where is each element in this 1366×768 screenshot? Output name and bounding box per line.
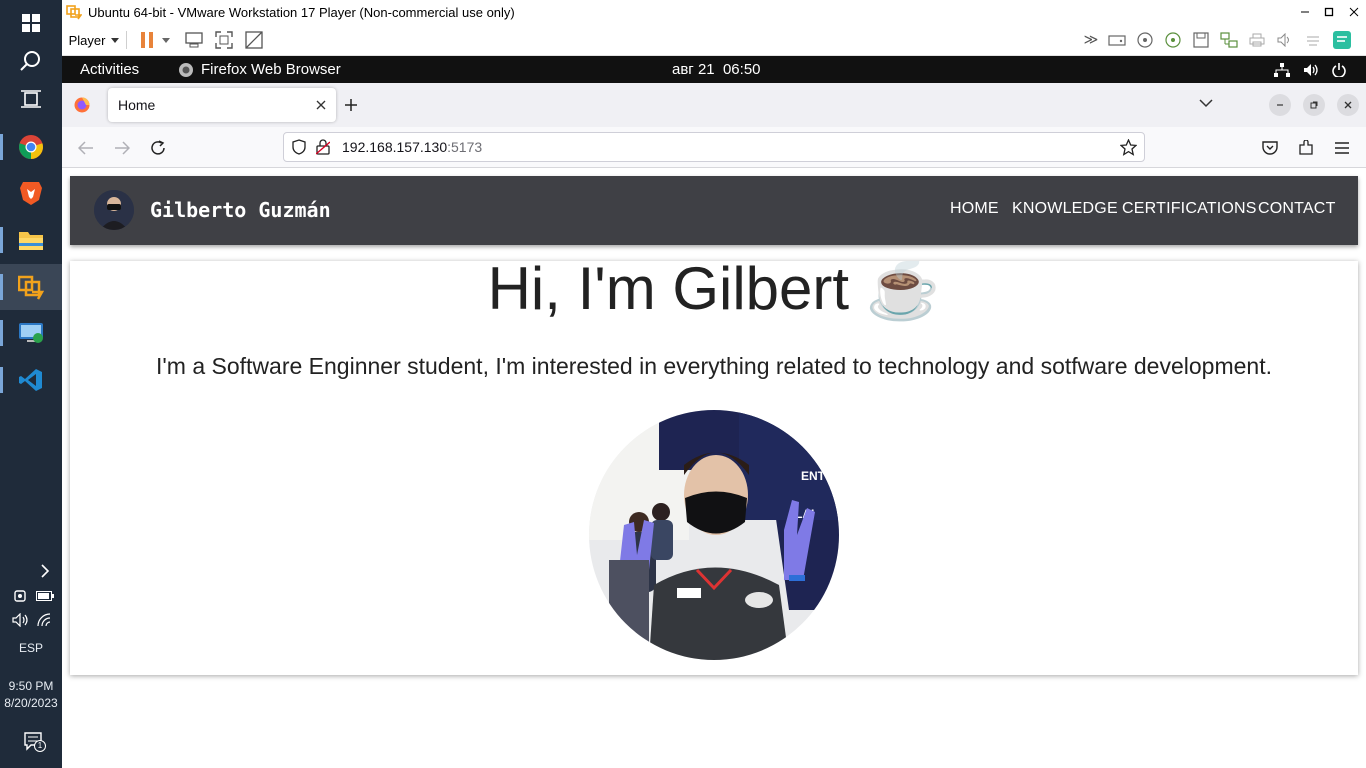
window-minimize-icon[interactable] xyxy=(1269,94,1291,116)
chevron-down-icon xyxy=(111,37,120,43)
player-menu-button[interactable]: Player xyxy=(66,27,122,53)
vmware-player-icon[interactable] xyxy=(0,264,62,310)
pause-icon[interactable] xyxy=(137,27,157,53)
window-restore-icon[interactable] xyxy=(1303,94,1325,116)
nav-link-certifications[interactable]: CERTIFICATIONS xyxy=(1122,200,1257,218)
hard-disk-icon[interactable] xyxy=(1106,27,1128,53)
usb-device-icon[interactable] xyxy=(1302,27,1324,53)
insecure-lock-icon[interactable] xyxy=(316,139,330,155)
back-arrow-icon[interactable] xyxy=(73,135,99,161)
notification-count-badge: 1 xyxy=(34,740,46,752)
messages-icon[interactable] xyxy=(1330,27,1354,53)
wifi-icon[interactable] xyxy=(34,610,56,630)
profile-photo: ENT LAI xyxy=(589,410,839,660)
network-adapter-icon[interactable] xyxy=(1218,27,1240,53)
full-screen-icon[interactable] xyxy=(213,27,235,53)
cd-dvd-2-icon[interactable] xyxy=(1162,27,1184,53)
pocket-icon[interactable] xyxy=(1257,135,1283,161)
send-ctrl-alt-del-icon[interactable] xyxy=(183,27,205,53)
reload-icon[interactable] xyxy=(145,135,171,161)
brand-name[interactable]: Gilberto Guzmán xyxy=(150,198,331,222)
cd-dvd-icon[interactable] xyxy=(1134,27,1156,53)
new-tab-icon[interactable] xyxy=(344,98,358,112)
brand-avatar[interactable] xyxy=(94,190,134,230)
gnome-clock[interactable]: авг 21 06:50 xyxy=(672,56,761,83)
nav-link-contact[interactable]: CONTACT xyxy=(1258,200,1336,218)
tracking-protection-shield-icon[interactable] xyxy=(292,139,306,155)
vmware-window-title: Ubuntu 64-bit - VMware Workstation 17 Pl… xyxy=(88,4,515,20)
show-hidden-icons-chevron-icon[interactable] xyxy=(34,560,56,582)
forward-arrow-icon[interactable] xyxy=(109,135,135,161)
maximize-icon[interactable] xyxy=(1317,0,1341,24)
remote-desktop-icon[interactable] xyxy=(0,310,62,356)
taskbar-date[interactable]: 8/20/2023 xyxy=(0,696,62,710)
notification-center-icon[interactable]: 1 xyxy=(20,728,46,754)
firefox-navigation-bar: 192.168.157.130 :5173 xyxy=(62,127,1366,168)
input-language-indicator[interactable]: ESP xyxy=(0,641,62,655)
site-navbar: Gilberto Guzmán HOME KNOWLEDGE CERTIFICA… xyxy=(70,176,1358,245)
url-port: :5173 xyxy=(447,139,483,155)
battery-icon[interactable] xyxy=(34,586,56,606)
nav-link-knowledge[interactable]: KNOWLEDGE xyxy=(1012,200,1118,218)
brave-icon[interactable] xyxy=(0,170,62,216)
sound-card-icon[interactable] xyxy=(1274,27,1296,53)
floppy-icon[interactable] xyxy=(1190,27,1212,53)
firefox-view-icon[interactable] xyxy=(74,97,90,113)
window-close-icon[interactable] xyxy=(1337,94,1359,116)
meet-now-icon[interactable] xyxy=(10,586,32,606)
volume-icon[interactable] xyxy=(1303,56,1319,83)
more-devices-icon[interactable]: ≫ xyxy=(1080,27,1102,53)
close-icon[interactable] xyxy=(1342,0,1366,24)
toolbar-separator xyxy=(126,31,127,49)
minimize-icon[interactable] xyxy=(1293,0,1317,24)
list-all-tabs-chevron-icon[interactable] xyxy=(1199,99,1213,108)
url-bar[interactable]: 192.168.157.130 :5173 xyxy=(283,132,1145,162)
volume-icon[interactable] xyxy=(10,610,32,630)
bookmark-star-icon[interactable] xyxy=(1120,139,1137,156)
hero-subtitle: I'm a Software Enginner student, I'm int… xyxy=(156,353,1272,379)
player-menu-label: Player xyxy=(68,32,106,48)
power-options-chevron-icon[interactable] xyxy=(159,27,173,53)
taskbar-time[interactable]: 9:50 PM xyxy=(0,679,62,693)
hamburger-menu-icon[interactable] xyxy=(1329,135,1355,161)
app-menu[interactable]: Firefox Web Browser xyxy=(178,56,341,83)
firefox-small-icon xyxy=(178,62,194,78)
hero-card: Hi, I'm Gilbert ☕ I'm a Software Enginne… xyxy=(70,261,1358,675)
vscode-icon[interactable] xyxy=(0,357,62,403)
close-tab-icon[interactable] xyxy=(316,100,326,110)
activities-button[interactable]: Activities xyxy=(80,56,139,83)
vmware-title-bar: Ubuntu 64-bit - VMware Workstation 17 Pl… xyxy=(62,0,1366,24)
extensions-icon[interactable] xyxy=(1293,135,1319,161)
tab-home[interactable]: Home xyxy=(108,88,336,122)
hero-title: Hi, I'm Gilbert ☕ xyxy=(487,261,941,322)
power-icon[interactable] xyxy=(1332,56,1346,83)
url-host: 192.168.157.130 xyxy=(342,139,448,155)
windows-taskbar: ESP 9:50 PM 8/20/2023 1 xyxy=(0,0,62,768)
firefox-tab-strip: Home xyxy=(62,83,1366,127)
tab-title: Home xyxy=(118,97,156,113)
unity-icon[interactable] xyxy=(243,27,265,53)
gnome-top-bar: Activities Firefox Web Browser авг 21 06… xyxy=(62,56,1366,83)
network-wired-icon[interactable] xyxy=(1274,56,1290,83)
file-explorer-icon[interactable] xyxy=(0,217,62,263)
vmware-logo-icon xyxy=(66,4,82,20)
svg-text:ENT: ENT xyxy=(801,469,826,483)
task-view-icon[interactable] xyxy=(0,76,62,122)
chrome-icon[interactable] xyxy=(0,124,62,170)
printer-icon[interactable] xyxy=(1246,27,1268,53)
vmware-toolbar: Player ≫ xyxy=(62,24,1366,56)
app-menu-label: Firefox Web Browser xyxy=(201,61,341,78)
nav-link-home[interactable]: HOME xyxy=(950,200,999,218)
